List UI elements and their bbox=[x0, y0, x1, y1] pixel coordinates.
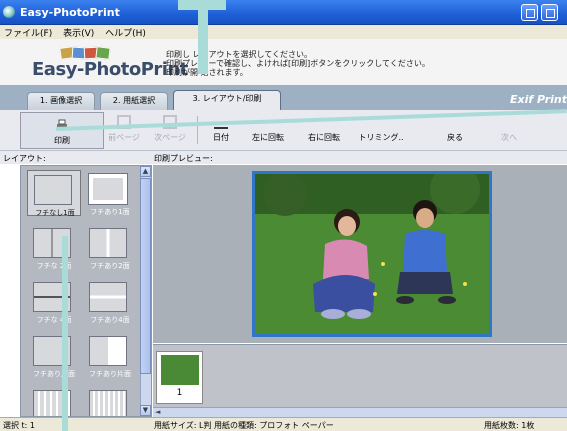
status-print-count: 用紙枚数: 1枚 bbox=[484, 421, 535, 430]
back-label: 戻る bbox=[447, 133, 463, 142]
instructions: 印刷し レイアウトを選択してください。 印刷プレ ューで確認し、よければ[印刷]… bbox=[166, 50, 486, 77]
layout-bordered-4[interactable]: フチあり4面 bbox=[83, 278, 137, 324]
layout-label: フチあり1面 bbox=[90, 208, 130, 216]
next-page-label: 次ページ bbox=[154, 133, 186, 142]
layout-label: フチあり4面 bbox=[90, 316, 130, 324]
scroll-thumb[interactable] bbox=[140, 178, 151, 374]
layout-preview-icon bbox=[89, 336, 127, 366]
layout-preview-icon bbox=[88, 173, 128, 205]
tab-bar: 1. 画像選択 2. 用紙選択 3. レイアウト/印刷 Exif Print bbox=[0, 85, 567, 110]
next-page-button[interactable]: 次ページ bbox=[150, 110, 190, 151]
layout-label: フチあり片面 bbox=[89, 370, 131, 378]
preview-photo[interactable] bbox=[252, 171, 492, 337]
print-label: 印刷 bbox=[54, 136, 70, 145]
app-logo: Easy-PhotoPrint bbox=[32, 46, 188, 81]
next-label: 次へ bbox=[501, 133, 517, 142]
scroll-left-icon[interactable]: ◄ bbox=[155, 408, 160, 416]
status-selected-count: 選択 t: 1 bbox=[3, 421, 36, 430]
toolbar: 印刷 前ページ 次ページ 日付 左に回転 右に回転 トリミング.. 戻る 次へ bbox=[0, 110, 567, 151]
layout-bordered-2[interactable]: フチあり2面 bbox=[83, 224, 137, 270]
rotate-left-label: 左に回転 bbox=[252, 133, 284, 142]
layout-label: レイアウト: bbox=[3, 154, 46, 163]
window-title: Easy-PhotoPrint bbox=[20, 6, 120, 19]
logo-text: Easy-PhotoPrint bbox=[32, 59, 188, 80]
layout-preview-icon bbox=[89, 282, 127, 312]
filmstrip-scrollbar[interactable]: ◄ bbox=[153, 407, 567, 417]
layout-bordered-half-right[interactable]: フチあり片面 bbox=[83, 332, 137, 378]
title-bar: Easy-PhotoPrint bbox=[0, 0, 567, 25]
layout-borderless-4[interactable]: フチな 4面 bbox=[27, 278, 81, 324]
date-label: 日付 bbox=[213, 133, 229, 142]
layout-label: フチあり2面 bbox=[90, 262, 130, 270]
instruction-line: 印刷プレ ューで確認し、よければ[印刷]ボタンをクリックしてください。 bbox=[166, 59, 430, 68]
next-icon bbox=[502, 115, 516, 129]
layout-panel: フチなし1面 フチあり1面 フチな 2面 フチあり2面 フチな 4面 フチあり4… bbox=[20, 165, 152, 417]
callout-pointer bbox=[62, 236, 68, 431]
layout-label: フチなし1面 bbox=[35, 209, 75, 217]
layout-label: フチな 4面 bbox=[36, 316, 72, 324]
callout-pointer bbox=[198, 8, 208, 74]
rotate-left-button[interactable]: 左に回転 bbox=[246, 110, 290, 151]
layout-preview-icon bbox=[89, 390, 127, 416]
scroll-down-button[interactable]: ▼ bbox=[140, 405, 151, 416]
tab-image-select[interactable]: 1. 画像選択 bbox=[27, 92, 95, 110]
menu-view[interactable]: 表示(V) bbox=[59, 25, 98, 40]
next-button[interactable]: 次へ bbox=[492, 110, 526, 151]
scroll-up-button[interactable]: ▲ bbox=[140, 166, 151, 177]
minimize-button[interactable] bbox=[521, 4, 538, 21]
instruction-line: 印刷が開 始されます。 bbox=[166, 68, 248, 77]
layout-borderless-1[interactable]: フチなし1面 bbox=[27, 170, 81, 217]
trimming-label: トリミング.. bbox=[358, 133, 404, 142]
page-filmstrip: 1 ◄ bbox=[153, 344, 567, 417]
menu-file[interactable]: ファイル(F) bbox=[0, 25, 56, 40]
prev-page-label: 前ページ bbox=[108, 133, 140, 142]
instruction-line: 印刷し レイアウトを選択してください。 bbox=[166, 50, 313, 59]
layout-borderless-2[interactable]: フチな 2面 bbox=[27, 224, 81, 270]
status-paper-info: 用紙サイズ: L判 用紙の種類: プロフォト ペーパー bbox=[154, 421, 334, 430]
tab-layout-print[interactable]: 3. レイアウト/印刷 bbox=[173, 90, 281, 110]
section-labels: レイアウト: 印刷プレビュー: bbox=[0, 151, 567, 164]
layout-bordered-half-left[interactable]: フチあり片面 bbox=[27, 332, 81, 378]
layout-label: フチあり片面 bbox=[33, 370, 75, 378]
print-preview bbox=[153, 165, 567, 343]
layout-preview-icon bbox=[89, 228, 127, 258]
layout-index-grid-a[interactable] bbox=[27, 386, 81, 416]
date-button[interactable]: 日付 bbox=[206, 110, 236, 151]
maximize-button[interactable] bbox=[541, 4, 558, 21]
preview-label: 印刷プレビュー: bbox=[154, 154, 213, 163]
layout-preview-icon bbox=[34, 175, 72, 205]
toolbar-divider bbox=[197, 116, 198, 144]
app-icon bbox=[3, 6, 15, 18]
prev-page-button[interactable]: 前ページ bbox=[104, 110, 144, 151]
page-thumbnail[interactable]: 1 bbox=[156, 351, 203, 404]
status-bar: 選択 t: 1 用紙サイズ: L判 用紙の種類: プロフォト ペーパー 用紙枚数… bbox=[0, 417, 567, 431]
menu-bar: ファイル(F) 表示(V) ヘルプ(H) bbox=[0, 25, 567, 39]
page-number: 1 bbox=[176, 388, 183, 398]
photo-image bbox=[255, 174, 489, 334]
layout-bordered-1[interactable]: フチあり1面 bbox=[83, 170, 137, 216]
layout-index-grid-b[interactable] bbox=[83, 386, 137, 416]
rotate-right-label: 右に回転 bbox=[308, 133, 340, 142]
tab-paper-select[interactable]: 2. 用紙選択 bbox=[100, 92, 168, 110]
page-thumbnail-image bbox=[161, 355, 199, 385]
menu-help[interactable]: ヘルプ(H) bbox=[101, 25, 150, 40]
layout-label: フチな 2面 bbox=[36, 262, 72, 270]
exif-print-logo: Exif Print bbox=[509, 93, 567, 106]
